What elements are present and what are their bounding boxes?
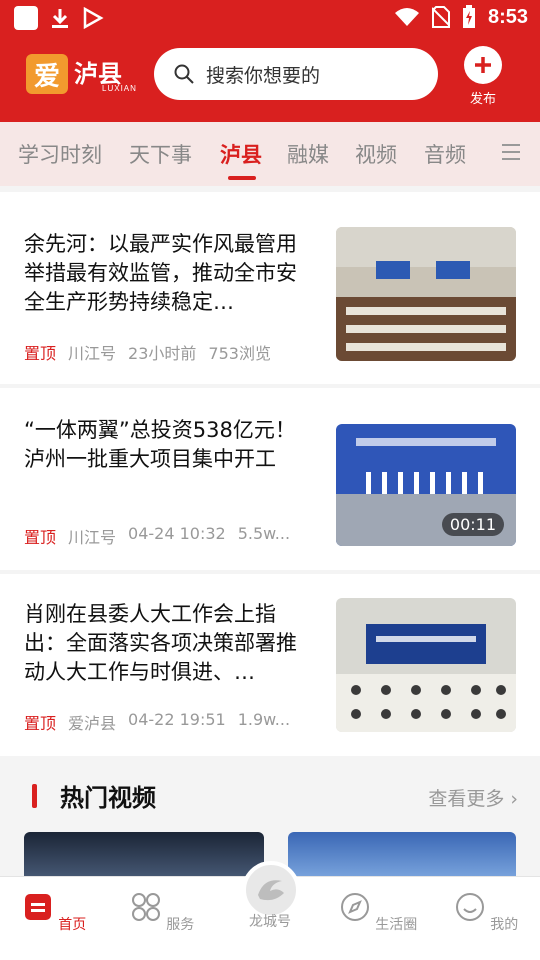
home-icon <box>24 894 51 920</box>
news-item[interactable]: 肖刚在县委人大工作会上指出：全面落实各项决策部署推动人大工作与时俱进、… 置顶 … <box>0 574 540 756</box>
hot-videos-heading: 热门视频 <box>60 784 156 812</box>
news-time: 04-22 19:51 <box>128 710 226 729</box>
nav-longcheng[interactable]: 龙城号 <box>230 911 310 931</box>
pinned-badge: 置顶 <box>24 528 57 547</box>
news-thumbnail <box>336 598 516 732</box>
nav-life-circle[interactable]: 生活圈 <box>338 891 418 934</box>
hot-videos-section: 热门视频 查看更多 › <box>0 756 540 882</box>
tab-luxian[interactable]: 泸县 <box>220 139 262 169</box>
search-icon <box>174 64 194 84</box>
notification-icon <box>14 6 38 30</box>
news-views: 753浏览 <box>208 344 271 363</box>
publish-label: 发布 <box>469 92 496 107</box>
tab-tianxia[interactable]: 天下事 <box>129 139 192 169</box>
video-duration: 00:11 <box>441 513 504 536</box>
channel-tabs: 学习时刻 天下事 泸县 融媒 视频 音频 <box>0 122 540 186</box>
search-bar[interactable]: 搜索你想要的 <box>154 48 438 100</box>
news-title: 肖刚在县委人大工作会上指出：全面落实各项决策部署推动人大工作与时俱进、… <box>24 602 297 684</box>
nav-label: 服务 <box>166 917 195 933</box>
hot-video-card[interactable] <box>288 832 516 882</box>
compass-icon <box>340 893 369 921</box>
nav-home[interactable]: 首页 <box>14 891 94 934</box>
news-thumbnail <box>336 227 516 361</box>
status-time: 8:53 <box>487 5 528 28</box>
battery-charging-icon <box>462 5 475 28</box>
tab-audio[interactable]: 音频 <box>424 139 466 169</box>
active-tab-indicator <box>228 176 256 180</box>
section-marker <box>32 784 37 808</box>
status-bar: 8:53 <box>0 0 540 38</box>
news-meta: 置顶 川江号 04-24 10:32 5.5w... <box>24 524 290 548</box>
news-views: 5.5w... <box>237 524 291 543</box>
pinned-badge: 置顶 <box>24 344 57 363</box>
bottom-nav: 首页 服务 龙城号 生活圈 我的 <box>0 861 540 960</box>
nav-services[interactable]: 服务 <box>122 891 202 934</box>
tab-rongmei[interactable]: 融媒 <box>287 139 329 169</box>
news-title: “一体两翼”总投资538亿元！泸州一批重大项目集中开工 <box>24 418 296 471</box>
news-source: 爱泸县 <box>68 714 117 733</box>
plus-icon <box>464 46 502 84</box>
download-icon <box>52 9 68 28</box>
play-store-icon <box>83 7 104 29</box>
nav-label: 龙城号 <box>249 914 291 930</box>
app-header: 8:53 爱 泸县 LUXIAN 搜索你想要的 发布 <box>0 0 540 122</box>
logo-subtitle: LUXIAN <box>102 84 137 93</box>
app-logo[interactable]: 爱 泸县 LUXIAN <box>26 54 138 94</box>
news-meta: 置顶 爱泸县 04-22 19:51 1.9w... <box>24 710 290 734</box>
news-title: 余先河：以最严实作风最管用举措最有效监管，推动全市安全生产形势持续稳定… <box>24 232 297 314</box>
news-item[interactable]: “一体两翼”总投资538亿元！泸州一批重大项目集中开工 置顶 川江号 04-24… <box>0 388 540 570</box>
publish-button[interactable]: 发布 <box>462 46 504 107</box>
news-item[interactable]: 余先河：以最严实作风最管用举措最有效监管，推动全市安全生产形势持续稳定… 置顶 … <box>0 192 540 384</box>
news-source: 川江号 <box>68 344 117 363</box>
video-thumbnail[interactable]: 00:11 <box>336 424 516 546</box>
news-time: 04-24 10:32 <box>128 524 226 543</box>
nav-me[interactable]: 我的 <box>446 891 526 934</box>
search-placeholder: 搜索你想要的 <box>206 64 321 87</box>
hot-video-card[interactable] <box>24 832 264 882</box>
menu-icon[interactable] <box>502 144 520 162</box>
view-more-link[interactable]: 查看更多 › <box>428 784 518 811</box>
smile-icon <box>455 893 484 921</box>
tab-video[interactable]: 视频 <box>355 139 397 169</box>
no-sim-icon <box>431 6 450 28</box>
wifi-icon <box>394 8 419 26</box>
news-meta: 置顶 川江号 23小时前 753浏览 <box>24 340 271 364</box>
longcheng-logo-icon <box>258 880 284 901</box>
news-time: 23小时前 <box>128 344 197 363</box>
grid-icon <box>131 893 160 921</box>
logo-badge: 爱 <box>26 54 68 94</box>
tab-xuexi[interactable]: 学习时刻 <box>18 139 102 169</box>
nav-label: 生活圈 <box>375 917 418 933</box>
nav-label: 我的 <box>490 917 519 933</box>
pinned-badge: 置顶 <box>24 714 57 733</box>
nav-label: 首页 <box>58 917 87 933</box>
news-source: 川江号 <box>68 528 117 547</box>
news-views: 1.9w... <box>237 710 291 729</box>
